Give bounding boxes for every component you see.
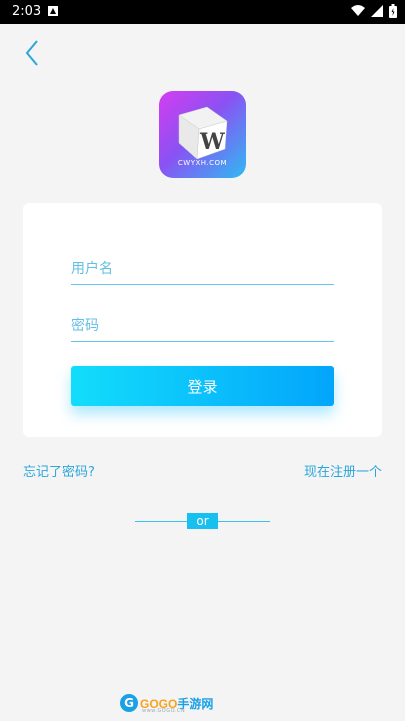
chevron-left-icon	[25, 40, 38, 66]
status-time: 2:03	[12, 4, 42, 19]
logo-text: CWYXH.COM	[177, 159, 228, 167]
signal-icon	[371, 5, 383, 17]
watermark: G GOGO手游网 www.GOGO.CN	[120, 691, 213, 715]
battery-icon	[389, 4, 397, 18]
login-button[interactable]: 登录	[71, 366, 334, 406]
divider-line-right	[218, 521, 270, 522]
cube-letter: W	[199, 129, 225, 155]
password-input[interactable]	[71, 311, 334, 341]
divider-line-left	[135, 521, 187, 522]
register-link[interactable]: 现在注册一个	[304, 461, 382, 480]
password-field[interactable]	[71, 311, 334, 342]
status-bar: 2:03	[0, 0, 405, 24]
username-field[interactable]	[71, 254, 334, 285]
back-button[interactable]	[18, 38, 46, 68]
wifi-icon	[351, 5, 365, 16]
or-label: or	[187, 513, 218, 529]
sim-card-icon	[48, 6, 58, 16]
app-logo: W CWYXH.COM	[159, 91, 246, 178]
forgot-password-link[interactable]: 忘记了密码?	[23, 461, 95, 480]
username-input[interactable]	[71, 254, 334, 284]
gogo-logo-icon: G	[120, 694, 138, 712]
watermark-sub: www.GOGO.CN	[142, 708, 186, 714]
